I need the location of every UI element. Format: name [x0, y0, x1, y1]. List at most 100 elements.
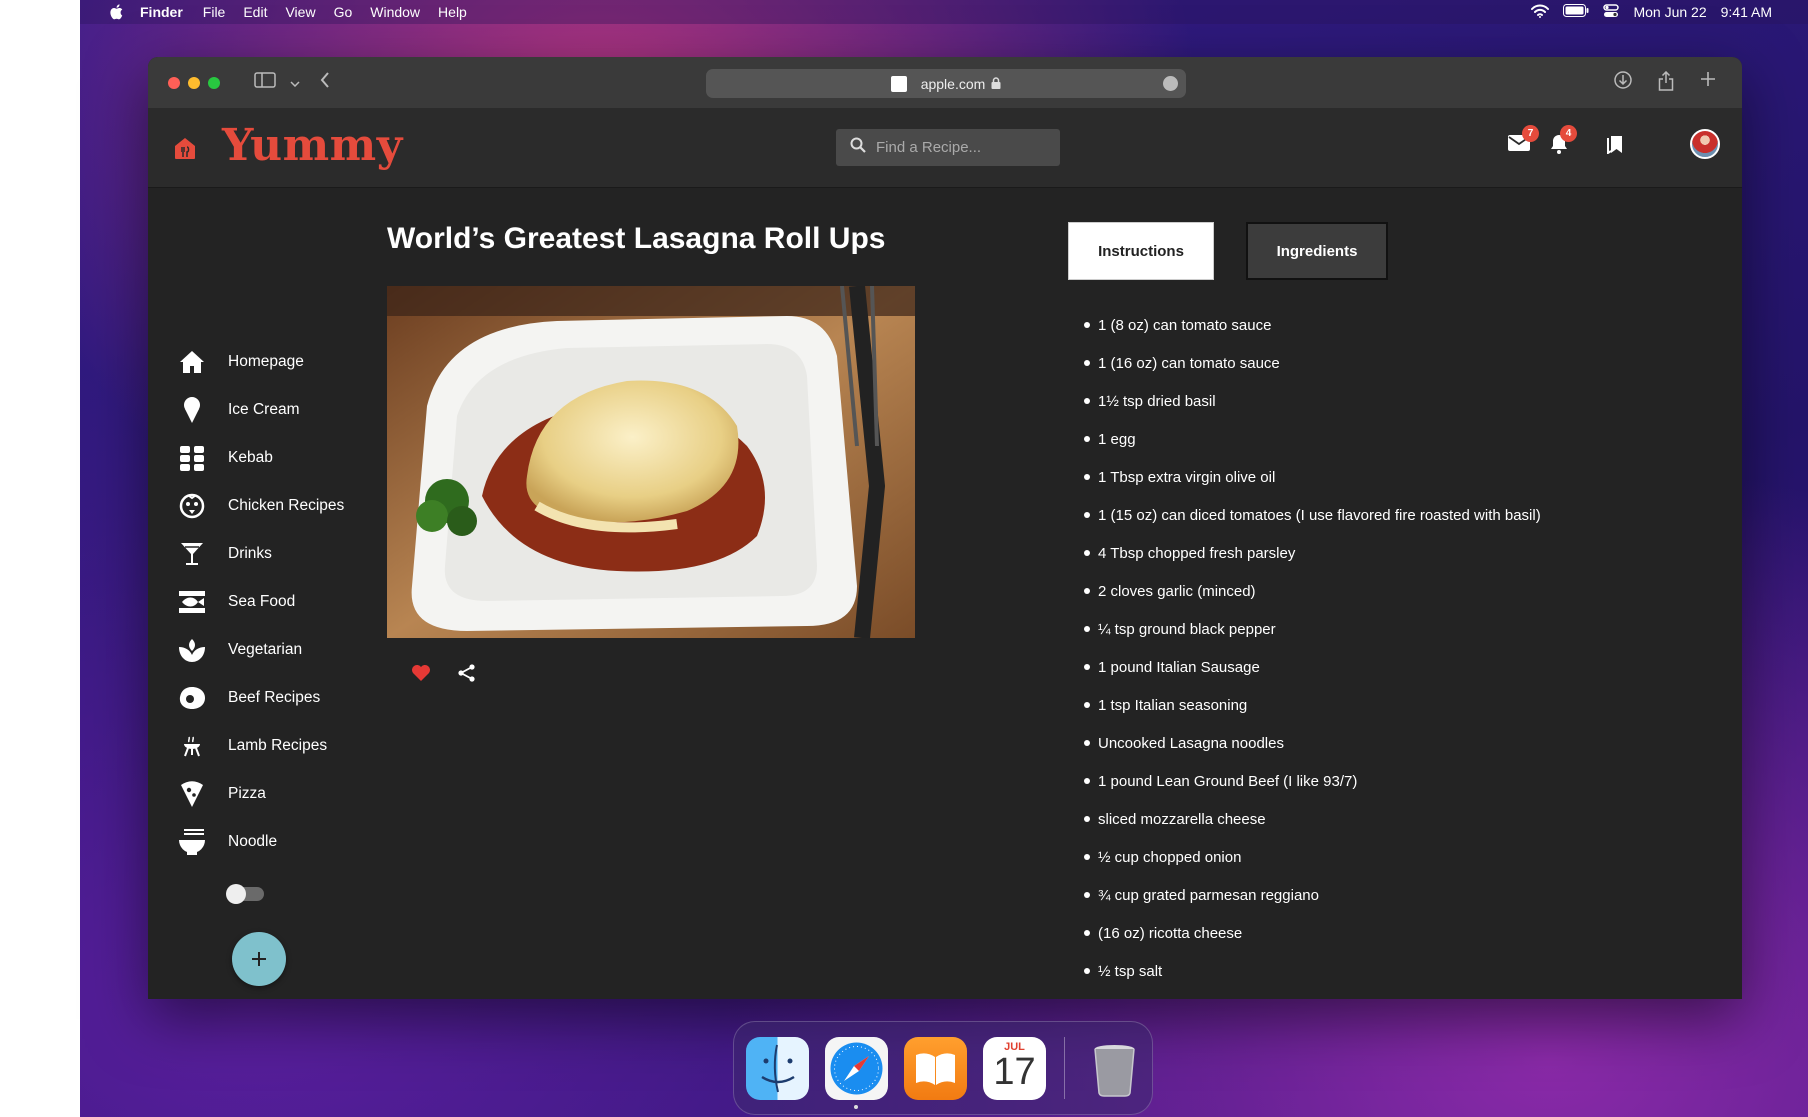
list-item: 1 pound Lean Ground Beef (I like 93/7): [1084, 762, 1541, 800]
control-center-icon[interactable]: [1603, 3, 1620, 22]
minimize-window-button[interactable]: [188, 76, 200, 89]
address-bar[interactable]: apple.com: [706, 69, 1186, 98]
sidebar-item-kebab[interactable]: Kebab: [178, 434, 344, 482]
list-item: 1 (16 oz) can tomato sauce: [1084, 344, 1541, 382]
sidebar-item-drinks[interactable]: Drinks: [178, 530, 344, 578]
site-header: Yummy 7 4: [148, 108, 1742, 188]
cocktail-icon: [178, 540, 206, 568]
window-controls: [168, 76, 220, 89]
sidebar-item-label: Kebab: [228, 449, 273, 466]
list-item: ¼ tsp ground black pepper: [1084, 610, 1541, 648]
sidebar-item-label: Pizza: [228, 785, 266, 802]
dock: JUL 17: [733, 1021, 1153, 1115]
url-text: apple.com: [920, 75, 986, 92]
ingredients-list: 1 (8 oz) can tomato sauce 1 (16 oz) can …: [1084, 306, 1541, 990]
list-item: 1½ tsp dried basil: [1084, 382, 1541, 420]
sidebar-item-label: Chicken Recipes: [228, 497, 345, 514]
sidebar-item-label: Vegetarian: [228, 641, 303, 658]
list-item: ¾ cup grated parmesan reggiano: [1084, 876, 1541, 914]
page-menu-icon[interactable]: [1163, 76, 1178, 91]
list-item: 1 tsp Italian seasoning: [1084, 686, 1541, 724]
mail-count-badge: 7: [1522, 125, 1539, 142]
share-icon[interactable]: [1658, 70, 1674, 96]
menu-help[interactable]: Help: [438, 4, 467, 20]
sidebar-item-label: Beef Recipes: [228, 689, 321, 706]
list-item: 2 cloves garlic (minced): [1084, 572, 1541, 610]
safari-dock-icon[interactable]: [825, 1036, 888, 1109]
menu-app-name[interactable]: Finder: [140, 4, 183, 20]
menu-file[interactable]: File: [203, 4, 226, 20]
ice-cream-icon: [178, 396, 206, 424]
menu-time[interactable]: 9:41 AM: [1721, 4, 1772, 20]
list-item: 1 pound Italian Sausage: [1084, 648, 1541, 686]
running-indicator: [854, 1104, 858, 1109]
dark-mode-toggle[interactable]: [226, 884, 264, 904]
menu-view[interactable]: View: [285, 4, 315, 20]
tab-instructions[interactable]: Instructions: [1068, 222, 1214, 280]
sidebar-item-label: Sea Food: [228, 593, 296, 610]
menu-edit[interactable]: Edit: [243, 4, 267, 20]
wifi-icon[interactable]: [1531, 4, 1550, 21]
sidebar-item-label: Lamb Recipes: [228, 737, 328, 754]
add-recipe-button[interactable]: [232, 932, 286, 986]
list-item: 1 egg: [1084, 420, 1541, 458]
sidebar-item-ice-cream[interactable]: Ice Cream: [178, 386, 344, 434]
sidebar-item-chicken-recipes[interactable]: Chicken Recipes: [178, 482, 344, 530]
seedling-icon: [178, 636, 206, 664]
battery-icon[interactable]: [1563, 4, 1589, 20]
apple-menu-icon[interactable]: [106, 4, 126, 20]
sidebar-item-lamb-recipes[interactable]: Lamb Recipes: [178, 722, 344, 770]
zoom-window-button[interactable]: [208, 76, 220, 89]
sidebar-item-vegetarian[interactable]: Vegetarian: [178, 626, 344, 674]
sidebar-item-label: Noodle: [228, 833, 278, 850]
bookmarks-icon[interactable]: [1606, 134, 1626, 159]
list-item: sliced mozzarella cheese: [1084, 800, 1541, 838]
noodle-bowl-icon: [178, 828, 206, 856]
trash-dock-icon[interactable]: [1083, 1037, 1146, 1100]
menu-go[interactable]: Go: [334, 4, 353, 20]
search-icon: [850, 137, 866, 158]
notification-bell-icon[interactable]: 4: [1550, 125, 1577, 159]
new-tab-icon[interactable]: [1700, 71, 1716, 96]
recipe-search[interactable]: [836, 129, 1060, 166]
search-input[interactable]: [876, 139, 1046, 156]
sidebar-item-noodle[interactable]: Noodle: [178, 818, 344, 866]
main-content: Homepage Ice Cream Kebab Chicken Recipes…: [148, 188, 1742, 999]
sidebar-item-label: Ice Cream: [228, 401, 300, 418]
menu-date[interactable]: Mon Jun 22: [1633, 4, 1706, 20]
close-window-button[interactable]: [168, 76, 180, 89]
chicken-icon: [178, 492, 206, 520]
grill-icon: [178, 732, 206, 760]
sidebar-item-label: Homepage: [228, 353, 304, 370]
sidebar-toggle-icon[interactable]: [254, 72, 276, 93]
sidebar-item-beef-recipes[interactable]: Beef Recipes: [178, 674, 344, 722]
finder-dock-icon[interactable]: [746, 1036, 809, 1100]
menu-window[interactable]: Window: [370, 4, 420, 20]
recipe-photo: [387, 286, 915, 638]
list-item: ½ cup chopped onion: [1084, 838, 1541, 876]
sidebar-item-label: Drinks: [228, 545, 272, 562]
site-favicon-icon: [890, 75, 907, 92]
recipe-tabs: Instructions Ingredients: [1068, 222, 1388, 280]
sidebar-item-sea-food[interactable]: Sea Food: [178, 578, 344, 626]
sidebar-item-homepage[interactable]: Homepage: [178, 338, 344, 386]
list-item: 1 Tbsp extra virgin olive oil: [1084, 458, 1541, 496]
download-icon[interactable]: [1614, 71, 1632, 96]
chevron-down-icon[interactable]: [290, 74, 300, 92]
books-dock-icon[interactable]: [904, 1036, 967, 1100]
restaurant-logo-icon[interactable]: [172, 135, 198, 166]
sidebar-item-pizza[interactable]: Pizza: [178, 770, 344, 818]
tab-ingredients[interactable]: Ingredients: [1246, 222, 1388, 280]
mail-icon[interactable]: 7: [1508, 125, 1539, 157]
share-icon[interactable]: [457, 663, 477, 688]
calendar-dock-icon[interactable]: JUL 17: [983, 1036, 1046, 1100]
moon-icon: [178, 881, 206, 907]
list-item: (16 oz) ricotta cheese: [1084, 914, 1541, 952]
brand-logo[interactable]: Yummy: [222, 120, 403, 171]
list-item: 4 Tbsp chopped fresh parsley: [1084, 534, 1541, 572]
back-icon[interactable]: [320, 72, 330, 93]
user-avatar[interactable]: [1690, 129, 1720, 159]
heart-icon[interactable]: [411, 664, 431, 687]
list-item: Uncooked Lasagna noodles: [1084, 724, 1541, 762]
steak-icon: [178, 684, 206, 712]
